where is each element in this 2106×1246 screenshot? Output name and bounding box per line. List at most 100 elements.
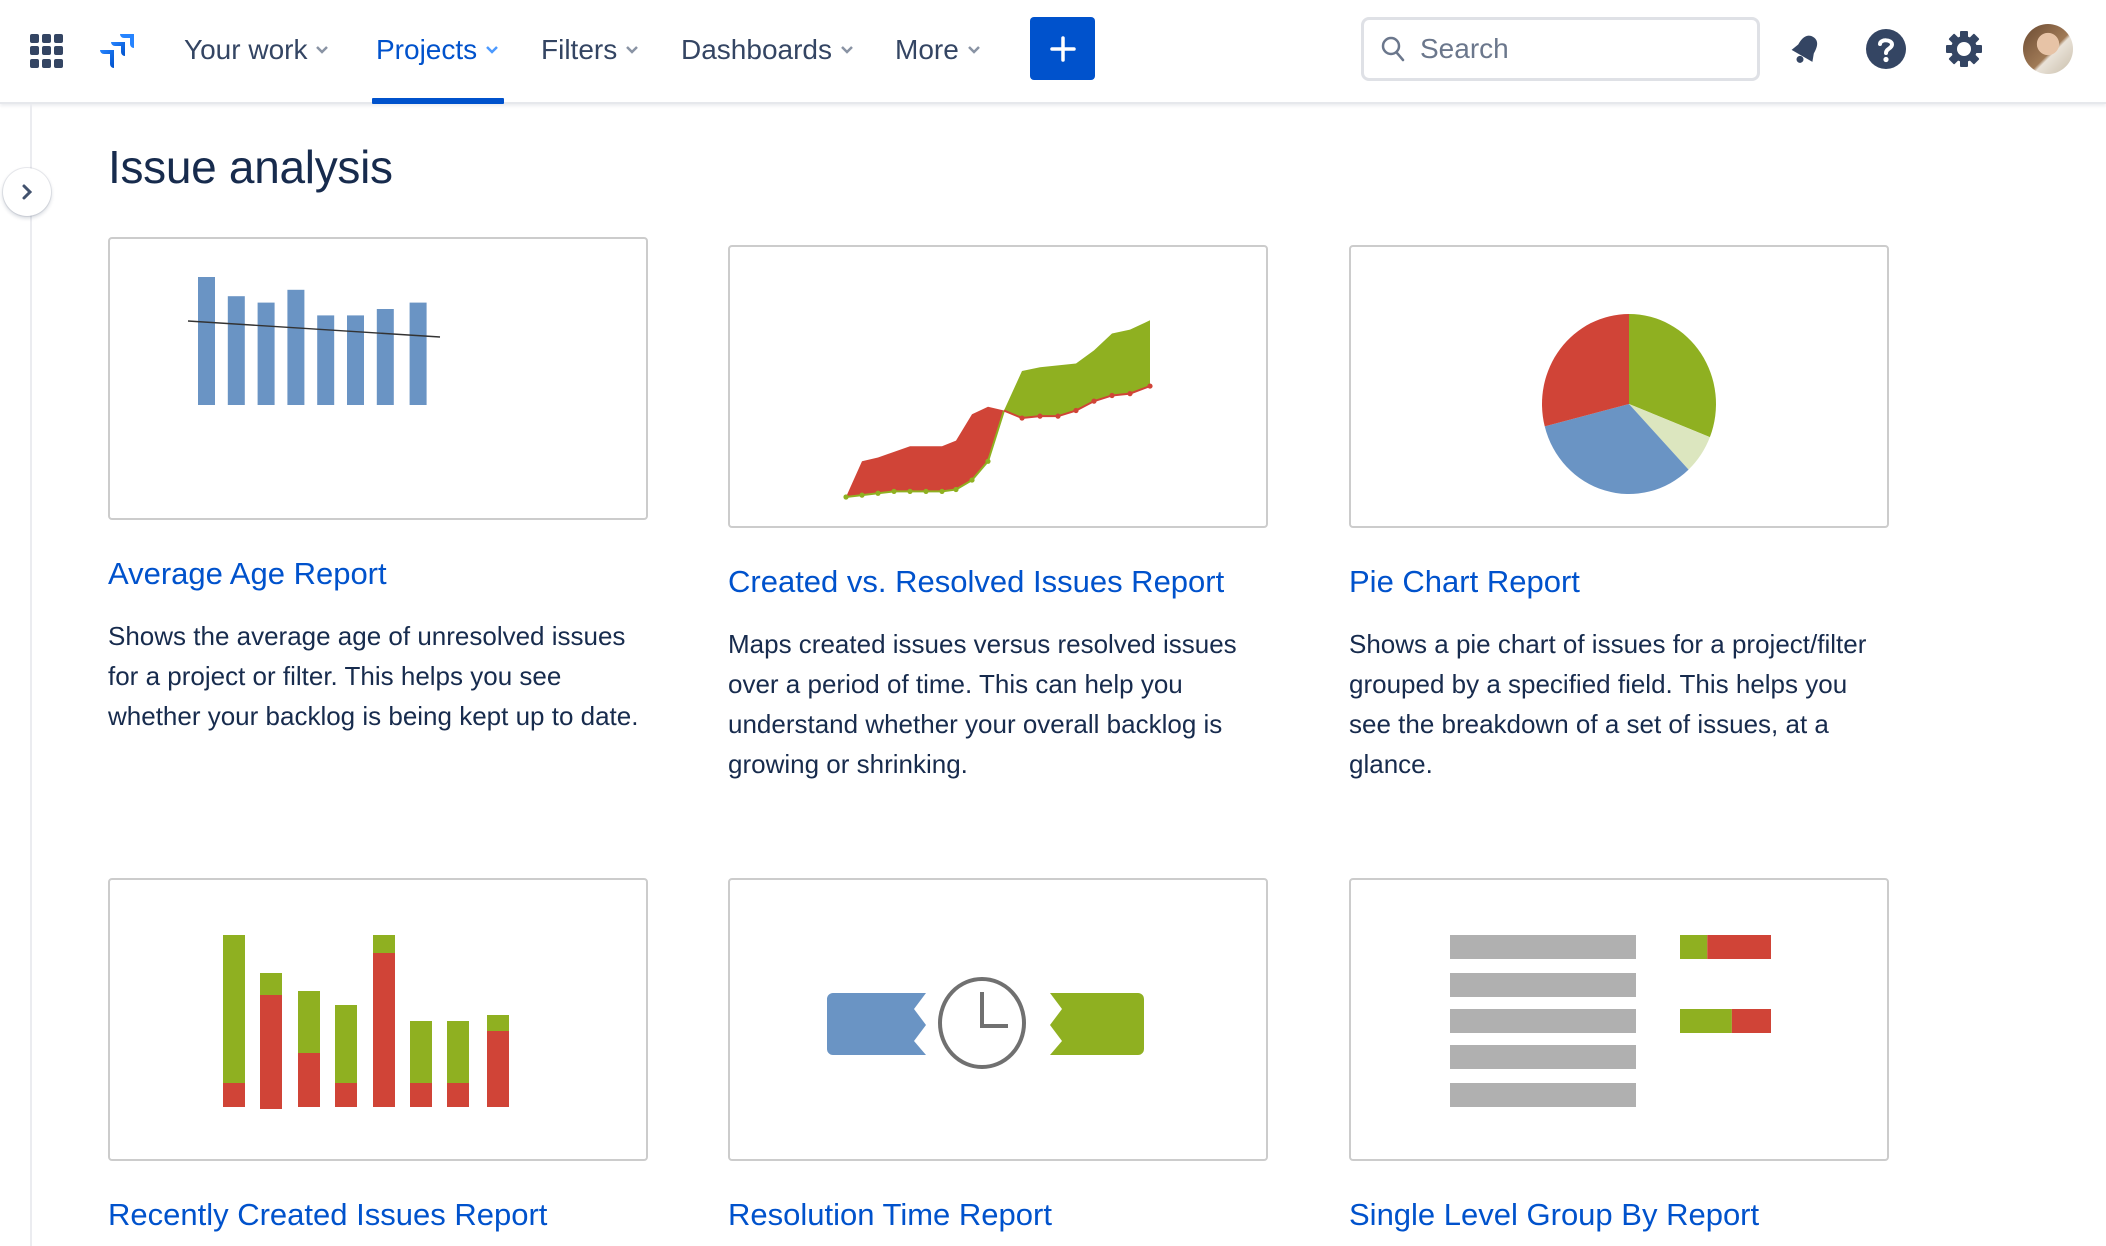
- nav-more[interactable]: More: [895, 30, 981, 70]
- data-point: [953, 486, 959, 493]
- bar: [347, 315, 364, 405]
- help-icon: [1866, 29, 1906, 69]
- recently-created-stacked-bar-chart: [223, 935, 509, 1109]
- group-row: [1450, 973, 1636, 997]
- bar-segment-green: [487, 1015, 509, 1031]
- bar: [198, 277, 215, 405]
- data-point: [985, 458, 991, 464]
- data-point: [843, 494, 849, 500]
- nav-more-label: More: [895, 34, 959, 65]
- data-point: [875, 490, 881, 496]
- clock-icon: [938, 977, 1026, 1069]
- bar: [227, 296, 245, 405]
- data-point: [891, 488, 897, 494]
- bar: [376, 309, 394, 405]
- user-avatar[interactable]: [2023, 24, 2073, 74]
- bar-segment-green: [260, 973, 282, 995]
- top-navigation: Your work Projects Filters Dashboards Mo…: [0, 0, 2106, 104]
- report-link[interactable]: Created vs. Resolved Issues Report: [728, 564, 1268, 600]
- app-switcher-icon[interactable]: [30, 34, 64, 68]
- recently-created-thumbnail[interactable]: [108, 878, 648, 1161]
- report-card-single-level-group-by: Single Level Group By Report: [1349, 878, 1889, 1233]
- sidebar-collapsed-edge: [30, 104, 32, 1246]
- active-tab-indicator: [372, 98, 504, 104]
- data-point: [1073, 407, 1079, 414]
- average-age-thumbnail[interactable]: [108, 237, 648, 520]
- page-title: Issue analysis: [108, 141, 393, 193]
- chevron-down-icon: [626, 46, 639, 54]
- group-by-list-illustration: [1450, 935, 1771, 1107]
- report-link[interactable]: Recently Created Issues Report: [108, 1197, 648, 1233]
- report-link[interactable]: Average Age Report: [108, 556, 648, 592]
- search-box[interactable]: [1361, 17, 1760, 81]
- search-input[interactable]: [1420, 33, 1720, 65]
- help-button[interactable]: [1863, 26, 1909, 72]
- bar-segment-red: [223, 1083, 245, 1107]
- data-point: [1019, 415, 1025, 421]
- bar-segment-red: [447, 1083, 469, 1107]
- settings-button[interactable]: [1941, 26, 1987, 72]
- resolution-time-illustration: [827, 977, 1144, 1069]
- report-link[interactable]: Single Level Group By Report: [1349, 1197, 1889, 1233]
- chevron-down-icon: [316, 46, 329, 54]
- expand-sidebar-button[interactable]: [3, 168, 51, 216]
- notification-bell-icon: [1791, 35, 1818, 63]
- created-vs-resolved-area-chart: [843, 320, 1153, 500]
- chevron-down-icon: [841, 46, 853, 54]
- data-point: [907, 488, 913, 494]
- nav-projects-label: Projects: [376, 34, 478, 65]
- created-vs-resolved-thumbnail[interactable]: [728, 245, 1268, 528]
- report-description: Maps created issues versus resolved issu…: [728, 629, 1237, 779]
- pie-chart-thumbnail[interactable]: [1349, 245, 1889, 528]
- notifications-button[interactable]: [1783, 26, 1829, 72]
- report-card-recently-created: Recently Created Issues Report: [108, 878, 648, 1233]
- report-card-resolution-time: Resolution Time Report: [728, 878, 1268, 1233]
- plus-icon: [1049, 35, 1076, 62]
- data-point: [1147, 383, 1153, 389]
- bar: [409, 302, 427, 405]
- bar-segment-green: [335, 1005, 357, 1083]
- pie-chart: [1542, 314, 1716, 494]
- report-description: Shows the average age of unresolved issu…: [108, 621, 639, 731]
- data-point: [923, 488, 929, 494]
- bar-segment-green: [298, 991, 320, 1053]
- chevron-down-icon: [486, 46, 499, 54]
- progress-red: [1707, 935, 1771, 959]
- create-button[interactable]: [1030, 17, 1095, 80]
- bar: [287, 289, 305, 405]
- bar-segment-red: [410, 1083, 432, 1107]
- report-card-pie-chart: Pie Chart Report Shows a pie chart of is…: [1349, 245, 1889, 784]
- bar-segment-green: [223, 935, 245, 1083]
- report-description: Shows a pie chart of issues for a projec…: [1349, 629, 1867, 779]
- report-link[interactable]: Pie Chart Report: [1349, 564, 1889, 600]
- bar-segment-green: [447, 1021, 469, 1083]
- data-point: [1037, 413, 1043, 419]
- data-point: [1091, 398, 1097, 404]
- progress-green: [1680, 1009, 1732, 1033]
- bar: [257, 302, 275, 405]
- bar-segment-red: [335, 1083, 357, 1107]
- resolution-time-thumbnail[interactable]: [728, 878, 1268, 1161]
- report-link[interactable]: Resolution Time Report: [728, 1197, 1268, 1233]
- nav-projects[interactable]: Projects: [376, 30, 499, 70]
- nav-dashboards-label: Dashboards: [681, 34, 832, 65]
- data-point: [1055, 413, 1061, 419]
- group-by-thumbnail[interactable]: [1349, 878, 1889, 1161]
- progress-red: [1731, 1009, 1771, 1033]
- chevron-right-icon: [22, 184, 33, 200]
- settings-gear-icon: [1946, 31, 1982, 67]
- data-point: [939, 488, 945, 494]
- resolved-ticket-shape: [1050, 993, 1144, 1055]
- nav-your-work[interactable]: Your work: [184, 30, 329, 70]
- group-row: [1450, 1045, 1636, 1069]
- bar-segment-red: [487, 1031, 509, 1107]
- jira-logo-icon[interactable]: [94, 32, 136, 72]
- resolved-area: [1004, 320, 1150, 419]
- data-point: [969, 477, 975, 483]
- average-age-bar-chart: [187, 277, 441, 405]
- bar-segment-red: [298, 1053, 320, 1107]
- nav-filters-label: Filters: [541, 34, 618, 65]
- nav-filters[interactable]: Filters: [541, 30, 639, 70]
- nav-dashboards[interactable]: Dashboards: [681, 30, 854, 70]
- bar-segment-red: [373, 953, 395, 1107]
